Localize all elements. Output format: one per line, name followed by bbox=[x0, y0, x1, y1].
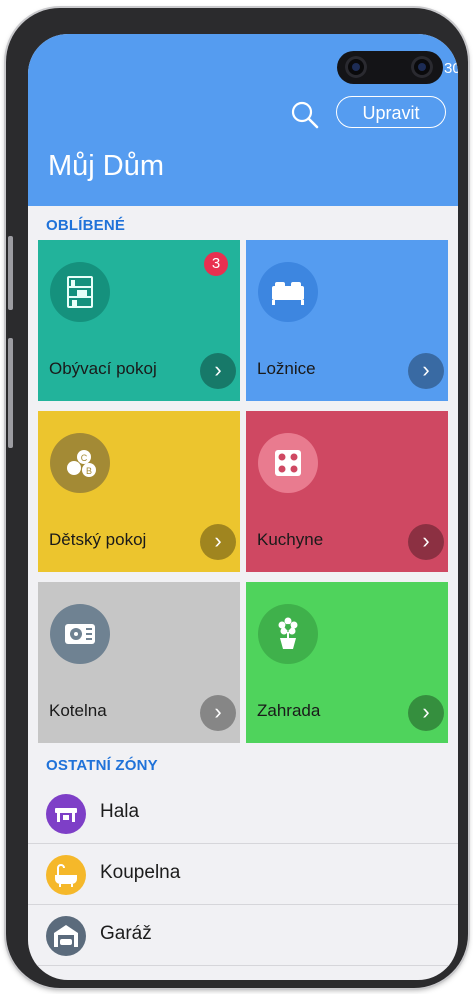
list-item-garaz[interactable]: Garáž bbox=[28, 905, 458, 966]
chevron-right-icon[interactable]: › bbox=[408, 524, 444, 560]
tile-label: Ložnice bbox=[257, 359, 316, 378]
tile-label: Zahrada bbox=[257, 701, 321, 720]
tile-label: Dětský pokoj bbox=[49, 530, 147, 549]
list-item-hala[interactable]: Hala bbox=[28, 783, 458, 844]
list-item-label: Garáž bbox=[100, 923, 152, 944]
favorites-heading: OBLÍBENÉ bbox=[46, 217, 126, 234]
chevron-right-icon[interactable]: › bbox=[200, 353, 236, 389]
svg-text:B: B bbox=[86, 466, 92, 476]
hall-icon bbox=[46, 794, 86, 834]
edit-button[interactable]: Upravit bbox=[336, 96, 446, 128]
phone-frame: 30 Upravit Můj Dům OBLÍBENÉ 3 Obývací po… bbox=[6, 8, 468, 988]
volume-button bbox=[8, 236, 13, 310]
cooktop-icon bbox=[258, 433, 318, 493]
tile-loznice[interactable]: Ložnice › bbox=[246, 240, 448, 401]
flower-pot-icon bbox=[258, 604, 318, 664]
tile-obyvaci-pokoj[interactable]: 3 Obývací pokoj › bbox=[38, 240, 240, 401]
chevron-right-icon[interactable]: › bbox=[200, 695, 236, 731]
boiler-icon bbox=[50, 604, 110, 664]
search-icon[interactable] bbox=[290, 100, 320, 130]
page-title: Můj Dům bbox=[48, 150, 165, 182]
chevron-right-icon[interactable]: › bbox=[408, 353, 444, 389]
list-item-label: Hala bbox=[100, 801, 140, 822]
list-item-label: Koupelna bbox=[100, 862, 181, 883]
toy-blocks-icon: CB bbox=[50, 433, 110, 493]
bed-icon bbox=[258, 262, 318, 322]
chevron-right-icon[interactable]: › bbox=[408, 695, 444, 731]
front-camera bbox=[337, 51, 443, 84]
tile-label: Obývací pokoj bbox=[49, 359, 157, 378]
power-button bbox=[8, 338, 13, 448]
garage-icon bbox=[46, 916, 86, 956]
list-item-koupelna[interactable]: Koupelna bbox=[28, 844, 458, 905]
chevron-right-icon[interactable]: › bbox=[200, 524, 236, 560]
svg-text:C: C bbox=[81, 453, 88, 463]
other-zones-heading: OSTATNÍ ZÓNY bbox=[46, 757, 158, 774]
tile-kotelna[interactable]: Kotelna › bbox=[38, 582, 240, 743]
tile-label: Kotelna bbox=[49, 701, 107, 720]
status-time: 30 bbox=[444, 60, 458, 77]
screen: 30 Upravit Můj Dům OBLÍBENÉ 3 Obývací po… bbox=[28, 34, 458, 980]
header: 30 Upravit Můj Dům bbox=[28, 34, 458, 206]
tile-label: Kuchyne bbox=[257, 530, 324, 549]
shelf-icon bbox=[50, 262, 110, 322]
notification-badge: 3 bbox=[204, 252, 228, 276]
bathtub-icon bbox=[46, 855, 86, 895]
tile-kuchyne[interactable]: Kuchyne › bbox=[246, 411, 448, 572]
tile-detsky-pokoj[interactable]: CB Dětský pokoj › bbox=[38, 411, 240, 572]
tile-zahrada[interactable]: Zahrada › bbox=[246, 582, 448, 743]
